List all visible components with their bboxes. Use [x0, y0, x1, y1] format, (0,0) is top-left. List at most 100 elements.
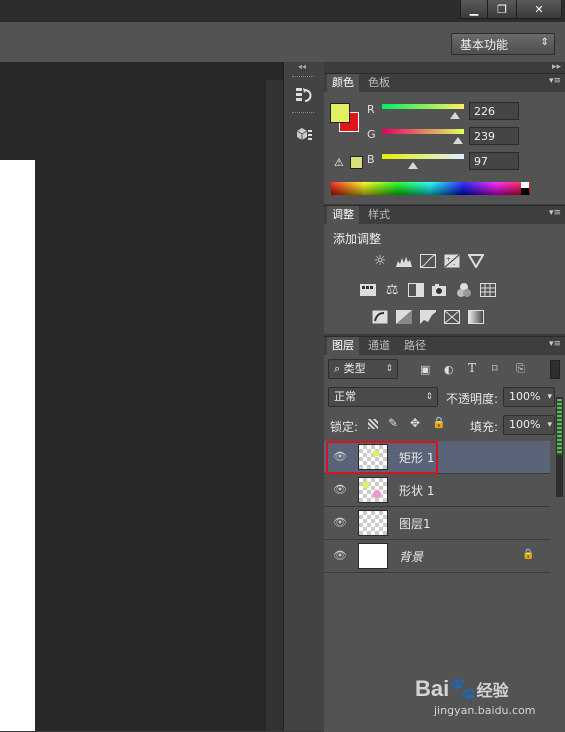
tab-color[interactable]: 颜色 — [327, 74, 359, 92]
watermark-brand2: 经验 — [476, 683, 509, 700]
adjustments-panel-tabs: 调整 样式 ▾≡ — [324, 206, 565, 224]
workspace-label: 基本功能 — [460, 37, 509, 52]
tab-layers[interactable]: 图层 — [327, 337, 359, 355]
channel-b-input[interactable]: 97 — [469, 152, 519, 170]
channel-r-slider[interactable] — [382, 104, 464, 109]
layer-name[interactable]: 图层1 — [399, 515, 431, 532]
canvas-scrollbar[interactable] — [266, 80, 283, 731]
opacity-label: 不透明度: — [446, 392, 499, 406]
lock-all-icon[interactable]: 🔒 — [432, 416, 446, 429]
color-balance-icon[interactable]: ⚖ — [384, 282, 400, 298]
lock-transparency-icon[interactable] — [368, 419, 378, 429]
vibrance-icon[interactable] — [468, 253, 484, 269]
spectrum-black-swatch[interactable] — [521, 188, 529, 195]
layer-row-shape1[interactable]: 👁 形状 1 — [324, 474, 550, 507]
channel-g-slider[interactable] — [382, 129, 464, 134]
blend-mode-value: 正常 — [334, 390, 356, 403]
workspace-arrow-icon: ⇕ — [540, 37, 549, 48]
workspace-switcher[interactable]: 基本功能 ⇕ — [451, 33, 555, 55]
threshold-icon[interactable] — [420, 309, 436, 325]
adjustments-heading: 添加调整 — [333, 232, 382, 246]
layer-row-layer1[interactable]: 👁 图层1 — [324, 507, 550, 540]
layers-panel-tabs: 图层 通道 路径 ▾≡ — [324, 337, 565, 355]
layer-row-background[interactable]: 👁 背景 🔒 — [324, 540, 550, 573]
channel-mixer-icon[interactable] — [456, 282, 472, 298]
properties-3d-icon[interactable] — [295, 126, 313, 144]
filter-shape-icon[interactable]: ⌑ — [492, 362, 498, 375]
gamut-color-swatch[interactable] — [350, 156, 363, 169]
opacity-value: 100% — [509, 390, 541, 403]
channel-g-input[interactable]: 239 — [469, 127, 519, 145]
curves-icon[interactable] — [420, 253, 436, 269]
visibility-eye-icon[interactable]: 👁 — [333, 550, 347, 562]
fill-input[interactable]: 100% ▾ — [503, 415, 555, 435]
chevron-down-icon[interactable]: ▾ — [547, 388, 552, 406]
highlight-annotation — [326, 441, 438, 474]
chevron-down-icon[interactable]: ▾ — [547, 416, 552, 434]
photo-filter-icon[interactable] — [432, 282, 448, 298]
channel-r-label: R — [367, 103, 375, 116]
layer-filter-select[interactable]: ⌕ 类型 ⇕ — [328, 359, 398, 379]
filter-smart-object-icon[interactable]: ⎘ — [516, 362, 525, 376]
chevron-updown-icon: ⇕ — [385, 364, 393, 374]
expand-dock-icon[interactable]: ▸▸ — [552, 62, 561, 72]
channel-b-thumb[interactable] — [408, 162, 418, 169]
filter-toggle[interactable] — [550, 360, 560, 379]
foreground-color-swatch[interactable] — [330, 103, 350, 123]
history-icon[interactable] — [295, 86, 313, 104]
color-panel-tabs: 颜色 色板 ▾≡ — [324, 74, 565, 92]
gradient-map-icon[interactable] — [468, 309, 484, 325]
channel-g-thumb[interactable] — [453, 137, 463, 144]
tab-paths[interactable]: 路径 — [399, 337, 431, 355]
color-spectrum-ramp[interactable] — [331, 182, 530, 195]
lock-pixels-icon[interactable]: ✎ — [388, 416, 398, 430]
lock-label: 锁定: — [330, 420, 359, 434]
layers-scroll-thumb[interactable] — [557, 399, 562, 455]
tab-styles[interactable]: 样式 — [363, 206, 395, 224]
filter-type-icon[interactable]: T — [468, 361, 476, 375]
visibility-eye-icon[interactable]: 👁 — [333, 517, 347, 529]
channel-r-input[interactable]: 226 — [469, 102, 519, 120]
panel-menu-icon[interactable]: ▾≡ — [549, 339, 561, 349]
layers-scrollbar[interactable] — [556, 397, 563, 497]
panel-menu-icon[interactable]: ▾≡ — [549, 76, 561, 86]
opacity-input[interactable]: 100% ▾ — [503, 387, 555, 407]
panel-menu-icon[interactable]: ▾≡ — [549, 208, 561, 218]
minimize-button[interactable]: ▁ — [460, 0, 488, 19]
blend-mode-select[interactable]: 正常 ⇕ — [328, 387, 438, 407]
levels-icon[interactable] — [396, 253, 412, 269]
layer-name[interactable]: 形状 1 — [399, 482, 434, 499]
fill-value: 100% — [509, 418, 541, 431]
lock-position-icon[interactable]: ✥ — [410, 416, 420, 430]
invert-icon[interactable] — [372, 309, 388, 325]
posterize-icon[interactable] — [396, 309, 412, 325]
restore-button[interactable]: ❐ — [487, 0, 517, 19]
filter-pixel-icon[interactable]: ▣ — [420, 363, 430, 376]
tab-channels[interactable]: 通道 — [363, 337, 395, 355]
selective-color-icon[interactable] — [444, 309, 460, 325]
exposure-icon[interactable]: + - — [444, 253, 460, 269]
layer-thumbnail — [358, 477, 388, 503]
layer-name[interactable]: 背景 — [399, 548, 423, 565]
collapse-strip-icon[interactable]: ◂◂ — [298, 62, 306, 71]
tab-swatches[interactable]: 色板 — [363, 74, 395, 92]
minimize-icon: ▁ — [469, 2, 479, 16]
layers-panel: 图层 通道 路径 ▾≡ ⌕ 类型 ⇕ ▣ ◐ T ⌑ ⎘ 正常 ⇕ 不透明度: … — [324, 336, 565, 732]
black-white-icon[interactable] — [408, 282, 424, 298]
close-button[interactable]: ✕ — [516, 0, 562, 19]
channel-r-thumb[interactable] — [450, 112, 460, 119]
tab-adjustments[interactable]: 调整 — [327, 206, 359, 224]
brightness-icon[interactable]: ☼ — [372, 253, 388, 269]
gamut-warning-icon[interactable]: ⚠ — [334, 156, 344, 169]
layer-thumbnail — [358, 510, 388, 536]
paw-icon: 🐾 — [449, 676, 477, 701]
visibility-eye-icon[interactable]: 👁 — [333, 484, 347, 496]
document-canvas[interactable] — [0, 160, 35, 731]
chevron-updown-icon: ⇕ — [425, 392, 433, 402]
channel-b-slider[interactable] — [382, 154, 464, 159]
thumb-shape — [363, 482, 369, 488]
hue-saturation-icon[interactable] — [360, 282, 376, 298]
color-lookup-icon[interactable] — [480, 282, 496, 298]
filter-adjustment-icon[interactable]: ◐ — [444, 363, 454, 376]
canvas-area[interactable] — [0, 62, 283, 731]
